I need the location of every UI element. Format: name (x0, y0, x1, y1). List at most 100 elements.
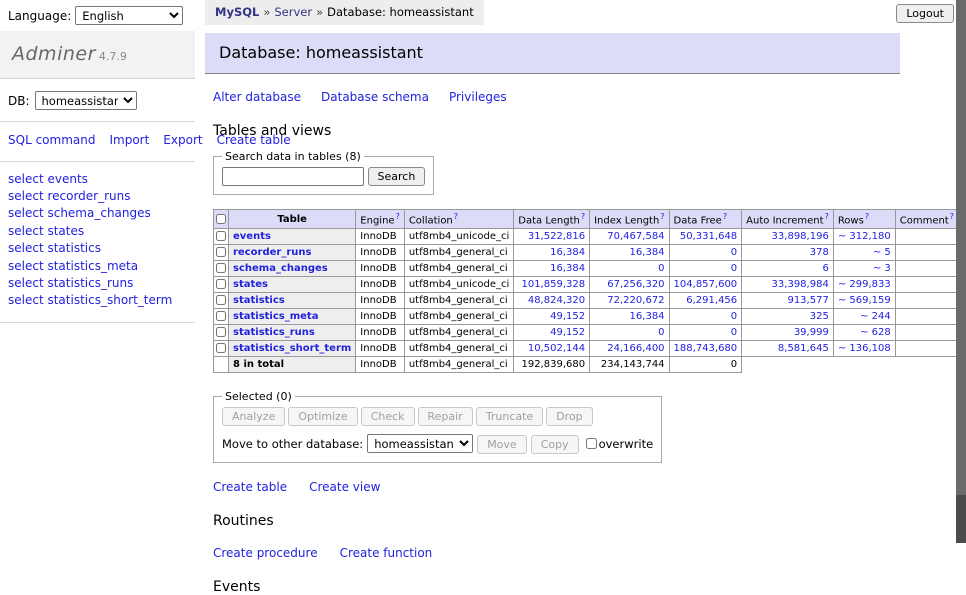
link-create-procedure[interactable]: Create procedure (213, 546, 318, 560)
data-length-link[interactable]: 31,522,816 (514, 229, 590, 245)
index-length-link[interactable]: 0 (590, 261, 669, 277)
truncate-button[interactable]: Truncate (476, 407, 543, 426)
column-help-link[interactable]: ? (660, 212, 664, 221)
data-free-link[interactable]: 6,291,456 (669, 293, 742, 309)
link-create-table[interactable]: Create table (213, 480, 287, 494)
column-help-link[interactable]: ? (396, 212, 400, 221)
sidebar-select-schema-changes[interactable]: select schema_changes (8, 205, 187, 222)
drop-button[interactable]: Drop (546, 407, 592, 426)
data-length-link[interactable]: 101,859,328 (514, 277, 590, 293)
index-length-link[interactable]: 70,467,584 (590, 229, 669, 245)
data-free-link[interactable]: 0 (669, 245, 742, 261)
scrollbar-thumb[interactable] (956, 0, 966, 495)
auto-increment-link[interactable]: 39,999 (742, 325, 834, 341)
row-checkbox[interactable] (216, 231, 226, 241)
auto-increment-link[interactable]: 6 (742, 261, 834, 277)
row-checkbox[interactable] (216, 327, 226, 337)
index-length-link[interactable]: 72,220,672 (590, 293, 669, 309)
rows-count-link[interactable]: ~ 628 (833, 325, 895, 341)
auto-increment-link[interactable]: 8,581,645 (742, 341, 834, 357)
index-length-link[interactable]: 16,384 (590, 245, 669, 261)
db-select[interactable]: homeassistant (35, 91, 137, 110)
select-all-checkbox[interactable] (216, 214, 226, 224)
data-free-link[interactable]: 188,743,680 (669, 341, 742, 357)
sidebar-select-events[interactable]: select events (8, 171, 187, 188)
column-help-link[interactable]: ? (723, 212, 727, 221)
row-checkbox[interactable] (216, 311, 226, 321)
link-create-function[interactable]: Create function (340, 546, 433, 560)
rows-count-link[interactable]: ~ 244 (833, 309, 895, 325)
data-length-link[interactable]: 48,824,320 (514, 293, 590, 309)
rows-count-link[interactable]: ~ 3 (833, 261, 895, 277)
sidebar-select-states[interactable]: select states (8, 223, 187, 240)
breadcrumb-link-server[interactable]: Server (274, 5, 312, 19)
table-name-link[interactable]: recorder_runs (233, 247, 311, 258)
overwrite-checkbox[interactable] (586, 438, 597, 449)
index-length-link[interactable]: 67,256,320 (590, 277, 669, 293)
copy-button[interactable]: Copy (531, 435, 579, 454)
check-button[interactable]: Check (361, 407, 415, 426)
data-free-link[interactable]: 0 (669, 261, 742, 277)
row-checkbox[interactable] (216, 295, 226, 305)
adminer-logo[interactable]: Adminer (12, 43, 96, 65)
sidebar-link-export[interactable]: Export (163, 133, 202, 147)
table-name-link[interactable]: statistics_runs (233, 327, 315, 338)
row-checkbox[interactable] (216, 343, 226, 353)
data-length-link[interactable]: 16,384 (514, 245, 590, 261)
rows-count-link[interactable]: ~ 312,180 (833, 229, 895, 245)
index-length-link[interactable]: 0 (590, 325, 669, 341)
row-checkbox[interactable] (216, 247, 226, 257)
search-input[interactable] (222, 167, 364, 186)
link-privileges[interactable]: Privileges (449, 90, 507, 104)
table-name-link[interactable]: schema_changes (233, 263, 328, 274)
table-name-link[interactable]: statistics (233, 295, 285, 306)
column-help-link[interactable]: ? (454, 212, 458, 221)
sidebar-link-import[interactable]: Import (109, 133, 149, 147)
repair-button[interactable]: Repair (418, 407, 473, 426)
data-length-link[interactable]: 10,502,144 (514, 341, 590, 357)
rows-count-link[interactable]: ~ 299,833 (833, 277, 895, 293)
analyze-button[interactable]: Analyze (222, 407, 285, 426)
data-length-link[interactable]: 49,152 (514, 325, 590, 341)
sidebar-select-statistics-meta[interactable]: select statistics_meta (8, 258, 187, 275)
index-length-link[interactable]: 24,166,400 (590, 341, 669, 357)
data-length-link[interactable]: 16,384 (514, 261, 590, 277)
breadcrumb-link-mysql[interactable]: MySQL (215, 5, 259, 19)
table-name-link[interactable]: statistics_meta (233, 311, 318, 322)
sidebar-link-sql-command[interactable]: SQL command (8, 133, 95, 147)
optimize-button[interactable]: Optimize (288, 407, 357, 426)
sidebar-select-statistics-short-term[interactable]: select statistics_short_term (8, 292, 187, 309)
window-scrollbar[interactable] (956, 0, 966, 543)
data-free-link[interactable]: 0 (669, 325, 742, 341)
auto-increment-link[interactable]: 913,577 (742, 293, 834, 309)
auto-increment-link[interactable]: 378 (742, 245, 834, 261)
auto-increment-link[interactable]: 33,398,984 (742, 277, 834, 293)
link-alter-database[interactable]: Alter database (213, 90, 301, 104)
data-length-link[interactable]: 49,152 (514, 309, 590, 325)
rows-count-link[interactable]: ~ 569,159 (833, 293, 895, 309)
logout-button[interactable]: Logout (896, 4, 954, 23)
sidebar-select-statistics[interactable]: select statistics (8, 240, 187, 257)
column-help-link[interactable]: ? (581, 212, 585, 221)
row-checkbox[interactable] (216, 279, 226, 289)
column-help-link[interactable]: ? (825, 212, 829, 221)
link-create-view[interactable]: Create view (309, 480, 380, 494)
table-name-link[interactable]: statistics_short_term (233, 343, 351, 354)
index-length-link[interactable]: 16,384 (590, 309, 669, 325)
data-free-link[interactable]: 0 (669, 309, 742, 325)
sidebar-select-recorder-runs[interactable]: select recorder_runs (8, 188, 187, 205)
move-button[interactable]: Move (477, 435, 527, 454)
search-button[interactable]: Search (368, 167, 426, 186)
table-name-link[interactable]: states (233, 279, 268, 290)
move-db-select[interactable]: homeassistant (367, 434, 473, 453)
data-free-link[interactable]: 50,331,648 (669, 229, 742, 245)
language-select[interactable]: English (75, 6, 183, 25)
column-help-link[interactable]: ? (865, 212, 869, 221)
auto-increment-link[interactable]: 33,898,196 (742, 229, 834, 245)
row-checkbox[interactable] (216, 263, 226, 273)
link-database-schema[interactable]: Database schema (321, 90, 429, 104)
column-help-link[interactable]: ? (950, 212, 954, 221)
auto-increment-link[interactable]: 325 (742, 309, 834, 325)
sidebar-select-statistics-runs[interactable]: select statistics_runs (8, 275, 187, 292)
rows-count-link[interactable]: ~ 5 (833, 245, 895, 261)
